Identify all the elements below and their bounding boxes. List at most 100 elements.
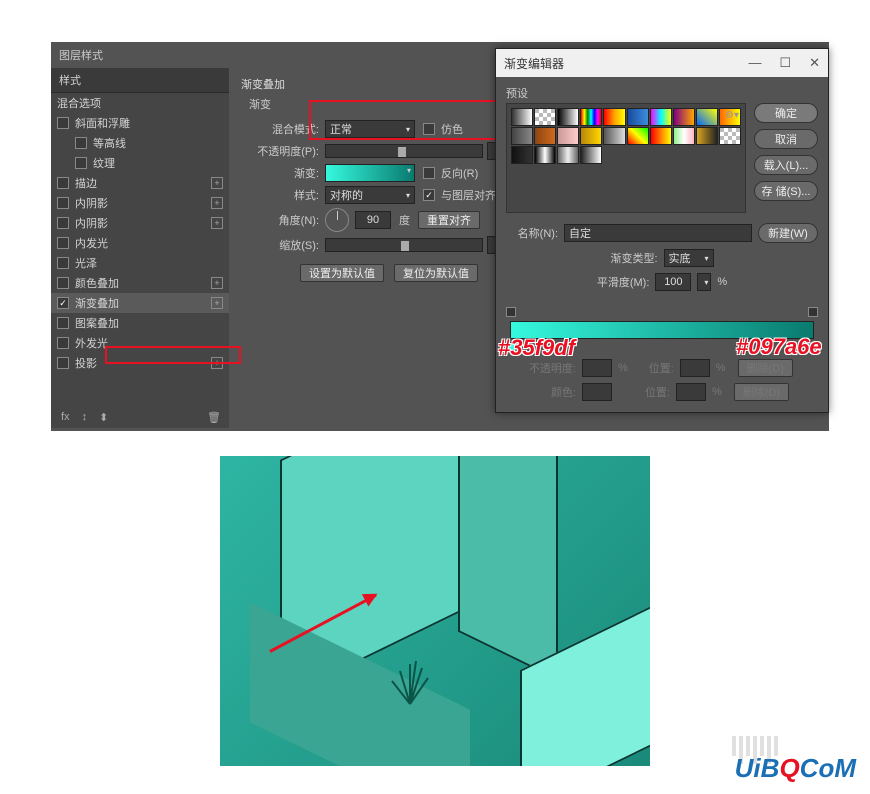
fx-plus-icon[interactable]: + (211, 357, 223, 369)
preset-1[interactable] (534, 108, 556, 126)
preset-16[interactable] (650, 127, 672, 145)
maximize-icon[interactable]: ☐ (779, 55, 791, 71)
fx-add-icon[interactable]: fx (61, 411, 70, 424)
preset-20[interactable] (511, 146, 533, 164)
preset-5[interactable] (627, 108, 649, 126)
color-note-right: #097a6e (736, 334, 822, 360)
align-checkbox[interactable] (423, 189, 435, 201)
reset-align-button[interactable]: 重置对齐 (418, 211, 480, 229)
cancel-button[interactable]: 取消 (754, 129, 818, 149)
style-select[interactable]: 对称的 (325, 186, 415, 204)
new-button[interactable]: 新建(W) (758, 223, 818, 243)
arrow-down-icon[interactable]: ⬍ (99, 411, 108, 424)
style-checkbox[interactable] (57, 337, 69, 349)
save-button[interactable]: 存 储(S)... (754, 181, 818, 201)
make-default-button[interactable]: 设置为默认值 (300, 264, 384, 282)
preset-13[interactable] (580, 127, 602, 145)
color-stop-label: 颜色: (506, 384, 576, 400)
style-item-8[interactable]: 颜色叠加+ (51, 273, 229, 293)
fx-plus-icon[interactable]: + (211, 297, 223, 309)
style-item-3[interactable]: 描边+ (51, 173, 229, 193)
preset-21[interactable] (534, 146, 556, 164)
preset-11[interactable] (534, 127, 556, 145)
opacity-stop-right[interactable] (808, 307, 818, 317)
trash-icon[interactable]: 🗑 (207, 411, 221, 424)
style-label: 等高线 (93, 135, 126, 151)
opacity-stop-left[interactable] (506, 307, 516, 317)
preset-2[interactable] (557, 108, 579, 126)
style-checkbox[interactable] (57, 237, 69, 249)
style-item-1[interactable]: 等高线 (51, 133, 229, 153)
style-checkbox[interactable] (75, 137, 87, 149)
style-checkbox[interactable] (57, 197, 69, 209)
dither-checkbox[interactable] (423, 123, 435, 135)
preset-6[interactable] (650, 108, 672, 126)
arrow-up-icon[interactable]: ↕ (82, 411, 88, 424)
opacity-stop-input (582, 359, 612, 377)
fx-plus-icon[interactable]: + (211, 177, 223, 189)
style-checkbox[interactable] (57, 317, 69, 329)
style-checkbox[interactable] (57, 217, 69, 229)
preset-14[interactable] (603, 127, 625, 145)
blend-options-row[interactable]: 混合选项 (51, 93, 229, 113)
style-item-11[interactable]: 外发光 (51, 333, 229, 353)
style-checkbox[interactable] (57, 297, 69, 309)
pos-label-2: 位置: (618, 384, 670, 400)
smooth-dropdown[interactable] (697, 273, 711, 291)
opacity-stop-label: 不透明度: (506, 360, 576, 376)
style-checkbox[interactable] (75, 157, 87, 169)
style-checkbox[interactable] (57, 257, 69, 269)
close-icon[interactable]: ✕ (809, 55, 820, 71)
fx-plus-icon[interactable]: + (211, 217, 223, 229)
presets-menu-icon[interactable]: ⚙▾ (725, 110, 739, 121)
style-label: 外发光 (75, 335, 108, 351)
gradient-editor-titlebar[interactable]: 渐变编辑器 — ☐ ✕ (496, 49, 828, 77)
style-item-12[interactable]: 投影+ (51, 353, 229, 373)
footer-icons: fx ↕ ⬍ (61, 411, 108, 424)
style-checkbox[interactable] (57, 177, 69, 189)
style-checkbox[interactable] (57, 117, 69, 129)
gradient-preview[interactable] (325, 164, 415, 182)
opacity-slider[interactable] (325, 144, 483, 158)
preset-3[interactable] (580, 108, 602, 126)
preset-8[interactable] (696, 108, 718, 126)
reset-default-button[interactable]: 复位为默认值 (394, 264, 478, 282)
preset-4[interactable] (603, 108, 625, 126)
load-button[interactable]: 载入(L)... (754, 155, 818, 175)
style-item-10[interactable]: 图案叠加 (51, 313, 229, 333)
style-label: 斜面和浮雕 (75, 115, 130, 131)
delete-color-stop-button: 删除(D) (734, 383, 789, 401)
style-checkbox[interactable] (57, 357, 69, 369)
ok-button[interactable]: 确定 (754, 103, 818, 123)
name-input[interactable] (564, 224, 752, 242)
preset-19[interactable] (719, 127, 741, 145)
preset-22[interactable] (557, 146, 579, 164)
minimize-icon[interactable]: — (748, 55, 761, 71)
blend-mode-select[interactable]: 正常 (325, 120, 415, 138)
style-label: 内阴影 (75, 195, 108, 211)
style-item-4[interactable]: 内阴影 + (51, 193, 229, 213)
scale-slider[interactable] (325, 238, 483, 252)
style-item-7[interactable]: 光泽 (51, 253, 229, 273)
style-item-5[interactable]: 内阴影+ (51, 213, 229, 233)
preset-7[interactable] (673, 108, 695, 126)
angle-dial[interactable] (325, 208, 349, 232)
preset-10[interactable] (511, 127, 533, 145)
preset-17[interactable] (673, 127, 695, 145)
angle-value[interactable]: 90 (355, 211, 391, 229)
preset-12[interactable] (557, 127, 579, 145)
preset-18[interactable] (696, 127, 718, 145)
style-item-2[interactable]: 纹理 (51, 153, 229, 173)
style-item-0[interactable]: 斜面和浮雕 (51, 113, 229, 133)
preset-15[interactable] (627, 127, 649, 145)
preset-0[interactable] (511, 108, 533, 126)
style-checkbox[interactable] (57, 277, 69, 289)
reverse-checkbox[interactable] (423, 167, 435, 179)
style-item-6[interactable]: 内发光 (51, 233, 229, 253)
style-item-9[interactable]: 渐变叠加+ (51, 293, 229, 313)
preset-23[interactable] (580, 146, 602, 164)
fx-plus-icon[interactable]: + (211, 277, 223, 289)
type-select[interactable]: 实底 (664, 249, 714, 267)
fx-plus-icon[interactable]: + (211, 197, 223, 209)
smooth-value[interactable]: 100 (655, 273, 691, 291)
